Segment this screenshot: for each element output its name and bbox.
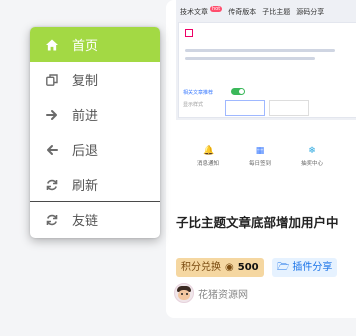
category-badge[interactable]: 🗁 插件分享	[272, 258, 338, 277]
thumbnail-panel: 相关文章推荐 显示样式	[178, 22, 356, 118]
menu-item-forward[interactable]: 前进	[30, 97, 160, 132]
arrow-left-icon	[46, 144, 58, 156]
points-value: 500	[237, 262, 259, 273]
avatar	[174, 283, 194, 303]
article-title[interactable]: 子比主题文章底部增加用户中	[176, 212, 339, 231]
menu-item-back[interactable]: 后退	[30, 132, 160, 167]
menu-item-links[interactable]: 友链	[30, 202, 160, 237]
thumbnail-nav-item: 技术文章 hot	[180, 6, 223, 16]
thumbnail-text-line	[185, 57, 315, 60]
quick-links: 🔔 消息通知 ▦ 每日签到 ❄ 抽奖中心	[176, 146, 356, 176]
thumbnail-text-line	[185, 49, 335, 52]
author-info[interactable]: 花猪资源网	[174, 283, 248, 303]
refresh-icon	[46, 179, 58, 191]
bell-icon: 🔔	[203, 146, 215, 156]
points-badge: 积分兑换 ◉ 500	[176, 258, 264, 277]
calendar-icon: ▦	[255, 146, 265, 156]
copy-icon	[46, 73, 58, 86]
thumbnail-toggle-label: 相关文章推荐	[183, 90, 214, 96]
refresh-icon	[46, 214, 58, 226]
quick-link-lottery[interactable]: ❄ 抽奖中心	[290, 146, 334, 167]
thumbnail-nav-item: 传奇版本	[228, 8, 257, 16]
article-thumbnail[interactable]: 技术文章 hot 传奇版本 子比主题 源码分享 相关文章推荐 显示样式	[176, 0, 356, 120]
context-menu: 首页 复制 前进 后退 刷新 友链	[30, 27, 160, 238]
article-card[interactable]: 技术文章 hot 传奇版本 子比主题 源码分享 相关文章推荐 显示样式 🔔 消息通…	[166, 0, 356, 318]
thumbnail-nav-item: 子比主题	[262, 8, 291, 16]
coin-icon: ◉	[225, 262, 234, 273]
thumbnail-nav-item: 源码分享	[296, 8, 325, 16]
author-name: 花猪资源网	[198, 289, 248, 301]
thumbnail-style-option	[225, 100, 265, 116]
thumbnail-style-option	[269, 100, 309, 116]
quick-link-checkin[interactable]: ▦ 每日签到	[238, 146, 282, 167]
thumbnail-sub-label: 显示样式	[183, 102, 204, 108]
snowflake-icon: ❄	[308, 146, 316, 156]
thumbnail-toggle	[231, 88, 245, 95]
arrow-right-icon	[46, 109, 58, 121]
thumbnail-nav: 技术文章 hot 传奇版本 子比主题 源码分享	[176, 4, 356, 20]
menu-item-home[interactable]: 首页	[30, 27, 160, 62]
home-icon	[46, 38, 58, 51]
quick-link-notifications[interactable]: 🔔 消息通知	[186, 146, 230, 167]
thumbnail-checkbox	[185, 29, 193, 37]
menu-item-copy[interactable]: 复制	[30, 62, 160, 97]
menu-item-refresh[interactable]: 刷新	[30, 167, 160, 202]
folder-icon: 🗁	[277, 262, 290, 273]
